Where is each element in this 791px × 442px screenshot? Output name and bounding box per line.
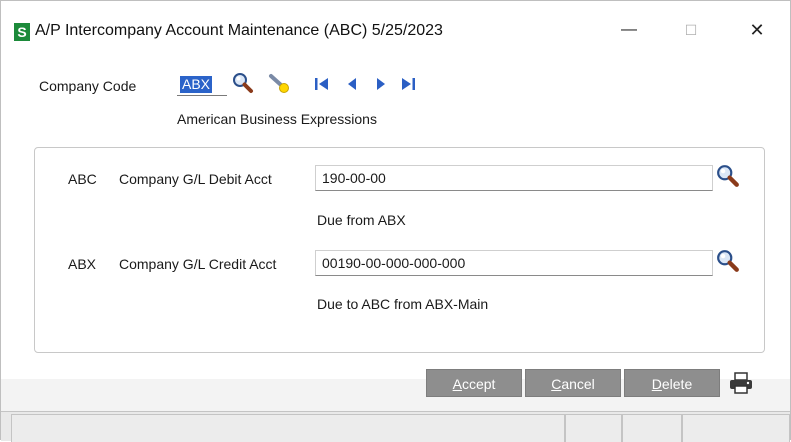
- close-button[interactable]: ✕: [737, 15, 777, 45]
- accept-label: ccept: [461, 376, 496, 392]
- lookup-magnifier-icon[interactable]: [232, 72, 254, 94]
- accept-accel: A: [452, 376, 462, 392]
- app-logo-icon: S: [14, 23, 30, 41]
- accept-button[interactable]: Accept: [426, 369, 522, 397]
- status-message-cell: [11, 414, 565, 442]
- maximize-button[interactable]: ☐: [671, 15, 711, 45]
- form-body: Company Code ABX American Business Expre…: [1, 63, 790, 379]
- status-cell-4: [682, 414, 790, 442]
- window-title: A/P Intercompany Account Maintenance (AB…: [35, 22, 443, 39]
- credit-acct-lookup-icon[interactable]: [716, 249, 740, 273]
- cancel-accel: C: [551, 376, 562, 392]
- minimize-button[interactable]: —: [609, 15, 649, 45]
- debit-acct-field[interactable]: 190-00-00: [315, 165, 713, 191]
- delete-button[interactable]: Delete: [624, 369, 720, 397]
- status-cell-2: [565, 414, 622, 442]
- status-cell-3: [622, 414, 682, 442]
- next-record-icon[interactable]: [370, 73, 392, 95]
- app-window: S A/P Intercompany Account Maintenance (…: [0, 0, 791, 442]
- status-bar: [1, 411, 790, 442]
- debit-company-code: ABC: [68, 171, 97, 187]
- credit-acct-field[interactable]: 00190-00-000-000-000: [315, 250, 713, 276]
- last-record-icon[interactable]: [397, 73, 419, 95]
- credit-acct-label: Company G/L Credit Acct: [119, 256, 277, 272]
- delete-label: elete: [661, 376, 693, 392]
- cancel-button[interactable]: Cancel: [525, 369, 621, 397]
- company-code-value: ABX: [180, 76, 213, 93]
- credit-acct-description: Due to ABC from ABX-Main: [317, 296, 489, 312]
- previous-record-icon[interactable]: [341, 73, 363, 95]
- company-code-input[interactable]: ABX: [177, 74, 227, 96]
- printer-icon[interactable]: [728, 371, 754, 395]
- company-name: American Business Expressions: [177, 111, 377, 127]
- debit-acct-lookup-icon[interactable]: [716, 164, 740, 188]
- title-bar: S A/P Intercompany Account Maintenance (…: [1, 1, 790, 63]
- credit-company-code: ABX: [68, 256, 97, 272]
- flashlight-icon[interactable]: [268, 72, 290, 94]
- debit-acct-description: Due from ABX: [317, 212, 406, 228]
- debit-acct-label: Company G/L Debit Acct: [119, 171, 272, 187]
- company-code-label: Company Code: [39, 78, 137, 94]
- cancel-label: ancel: [561, 376, 595, 392]
- gl-account-group: ABC Company G/L Debit Acct 190-00-00 Due…: [34, 147, 765, 353]
- first-record-icon[interactable]: [311, 73, 333, 95]
- delete-accel: D: [651, 376, 662, 392]
